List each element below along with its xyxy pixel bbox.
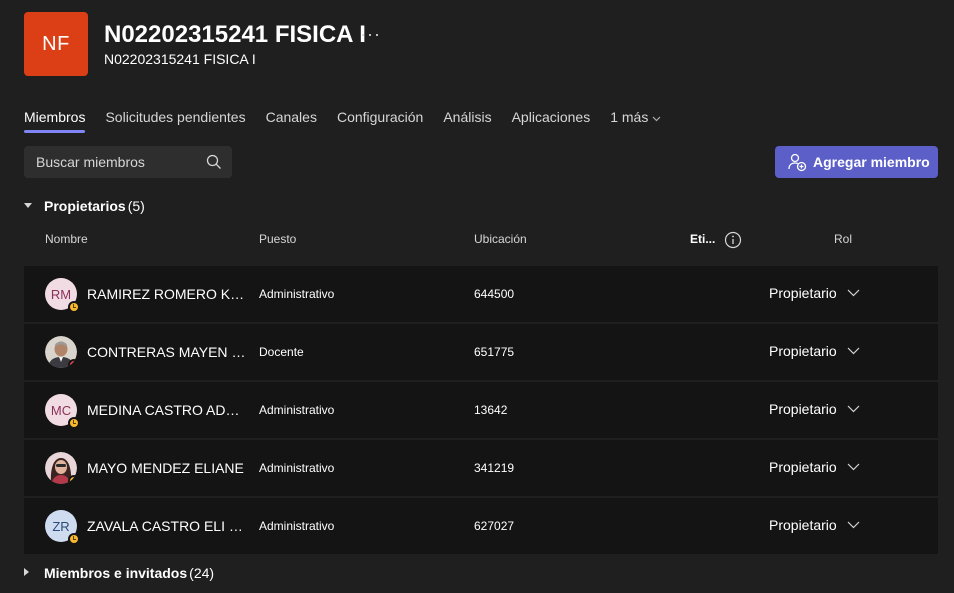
search-box[interactable] <box>24 146 232 178</box>
search-icon[interactable] <box>206 154 222 170</box>
chevron-down-icon <box>847 521 860 529</box>
tab-configuracion[interactable]: Configuración <box>337 109 423 131</box>
teams-manage-team-page: NF N02202315241 FISICA I ··· N0220231524… <box>0 0 954 593</box>
team-avatar: NF <box>24 12 88 76</box>
role-dropdown[interactable]: Propietario <box>769 285 860 301</box>
tab-label: Configuración <box>336 109 424 125</box>
members-section-label: Miembros e invitados <box>44 565 188 581</box>
column-header-title[interactable]: Puesto <box>259 232 296 246</box>
tab-solicitudes-pendientes[interactable]: Solicitudes pendientes <box>105 109 245 131</box>
search-input[interactable] <box>36 154 196 170</box>
member-title: Administrativo <box>259 519 335 533</box>
add-member-button[interactable]: Agregar miembro <box>775 146 938 178</box>
role-label: Propietario <box>769 343 837 359</box>
role-dropdown[interactable]: Propietario <box>769 343 860 359</box>
tab-label: Miembros <box>24 109 86 125</box>
member-title: Administrativo <box>259 461 335 475</box>
tab-aplicaciones[interactable]: Aplicaciones <box>512 109 591 131</box>
column-header-name[interactable]: Nombre <box>45 232 88 246</box>
tab-label: Aplicaciones <box>511 109 591 125</box>
member-name: ZAVALA CASTRO ELI RAMON <box>87 518 247 534</box>
member-location: 341219 <box>474 461 515 475</box>
avatar-initials: ZR <box>52 518 70 534</box>
presence-away-icon <box>68 301 80 313</box>
member-title: Docente <box>259 345 304 359</box>
tab-label: 1 más <box>610 109 649 125</box>
member-name: CONTRERAS MAYEN RAFAEL <box>87 344 247 360</box>
table-row[interactable]: RM RAMIREZ ROMERO KARINA Administrativo … <box>24 266 938 322</box>
add-member-label: Agregar miembro <box>813 154 930 170</box>
avatar-initials: MC <box>50 402 72 418</box>
caret-right-icon <box>24 568 44 578</box>
table-row[interactable]: MC MEDINA CASTRO ADANELY Administrativo … <box>24 382 938 438</box>
role-dropdown[interactable]: Propietario <box>769 459 860 475</box>
tab-analisis[interactable]: Análisis <box>443 109 491 131</box>
member-name: MEDINA CASTRO ADANELY <box>87 402 247 418</box>
owners-section-count: (5) <box>127 198 145 214</box>
members-section-count: (24) <box>189 565 215 581</box>
avatar-initials: RM <box>50 286 72 302</box>
presence-away-icon <box>68 475 77 484</box>
avatar[interactable]: ZR <box>45 510 80 545</box>
table-row[interactable]: ZR ZAVALA CASTRO ELI RAMON Administrativ… <box>24 498 938 554</box>
member-location: 13642 <box>474 403 508 417</box>
avatar[interactable] <box>45 452 77 484</box>
column-header-location[interactable]: Ubicación <box>474 232 527 246</box>
add-person-icon <box>788 153 807 172</box>
chevron-down-icon <box>847 405 860 413</box>
tab-label: Análisis <box>443 109 492 125</box>
column-header-role[interactable]: Rol <box>834 232 852 246</box>
member-location: 644500 <box>474 287 515 301</box>
owners-section-toggle[interactable]: Propietarios (5) <box>24 198 145 214</box>
presence-away-icon <box>68 417 80 429</box>
team-subtitle: N02202315241 FISICA I <box>104 51 256 67</box>
team-title: N02202315241 FISICA I <box>104 21 366 48</box>
table-row[interactable]: CONTRERAS MAYEN RAFAEL Docente 651775 Pr… <box>24 324 938 380</box>
member-title: Administrativo <box>259 403 335 417</box>
role-dropdown[interactable]: Propietario <box>769 401 860 417</box>
role-dropdown[interactable]: Propietario <box>769 517 860 533</box>
members-section-toggle[interactable]: Miembros e invitados (24) <box>24 565 214 581</box>
member-title: Administrativo <box>259 287 335 301</box>
avatar[interactable]: MC <box>45 394 80 429</box>
chevron-down-icon <box>847 463 860 471</box>
owners-section-label: Propietarios <box>44 198 126 214</box>
table-row[interactable]: MAYO MENDEZ ELIANE Administrativo 341219… <box>24 440 938 496</box>
tab-more[interactable]: 1 más <box>610 109 661 131</box>
avatar[interactable] <box>45 336 77 368</box>
caret-down-icon <box>24 201 44 211</box>
team-avatar-initials: NF <box>42 32 70 55</box>
tab-bar: Miembros Solicitudes pendientes Canales … <box>24 109 681 133</box>
tab-miembros[interactable]: Miembros <box>24 109 86 133</box>
avatar[interactable]: RM <box>45 278 80 313</box>
member-location: 651775 <box>474 345 515 359</box>
column-header-tags[interactable]: Eti... <box>690 232 715 246</box>
role-label: Propietario <box>769 401 837 417</box>
role-label: Propietario <box>769 517 837 533</box>
member-location: 627027 <box>474 519 515 533</box>
tab-label: Solicitudes pendientes <box>105 109 246 125</box>
presence-away-icon <box>68 533 80 545</box>
tab-canales[interactable]: Canales <box>266 109 317 131</box>
role-label: Propietario <box>769 459 837 475</box>
owners-list: RM RAMIREZ ROMERO KARINA Administrativo … <box>24 266 938 556</box>
info-icon[interactable] <box>724 231 742 249</box>
chevron-down-icon <box>847 347 860 355</box>
chevron-down-icon <box>847 289 860 297</box>
presence-busy-icon <box>68 359 77 368</box>
chevron-down-icon <box>652 114 661 125</box>
tab-label: Canales <box>265 109 317 125</box>
member-name: RAMIREZ ROMERO KARINA <box>87 286 247 302</box>
more-options-icon[interactable]: ··· <box>360 24 381 45</box>
role-label: Propietario <box>769 285 837 301</box>
member-name: MAYO MENDEZ ELIANE <box>87 460 244 476</box>
